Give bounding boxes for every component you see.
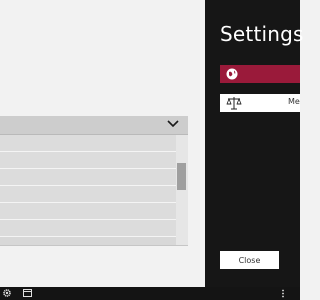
taskbar xyxy=(0,287,300,300)
scrollbar-thumb[interactable] xyxy=(177,163,186,190)
chevron-down-icon[interactable] xyxy=(166,117,180,131)
dropdown-list xyxy=(0,135,188,246)
dropdown-selector[interactable] xyxy=(0,116,188,135)
scale-icon xyxy=(226,97,242,110)
settings-item-label: Mea xyxy=(288,97,300,106)
list-item[interactable] xyxy=(0,203,176,220)
overflow-dots-icon[interactable] xyxy=(281,289,285,298)
list-scrollbar[interactable] xyxy=(176,135,188,245)
list-item[interactable] xyxy=(0,220,176,237)
settings-flyout: Settings Mea Close xyxy=(205,0,303,287)
list-item[interactable] xyxy=(0,135,176,152)
settings-item-measurement[interactable]: Mea xyxy=(220,94,300,112)
list-item[interactable] xyxy=(0,169,176,186)
list-item[interactable] xyxy=(0,152,176,169)
close-button[interactable]: Close xyxy=(220,251,279,269)
window-icon[interactable] xyxy=(23,289,32,297)
app-content-area xyxy=(0,0,205,287)
settings-title: Settings xyxy=(220,22,304,46)
gear-icon[interactable] xyxy=(2,288,12,298)
globe-icon xyxy=(226,68,238,80)
settings-item-region[interactable] xyxy=(220,65,300,83)
list-item[interactable] xyxy=(0,186,176,203)
